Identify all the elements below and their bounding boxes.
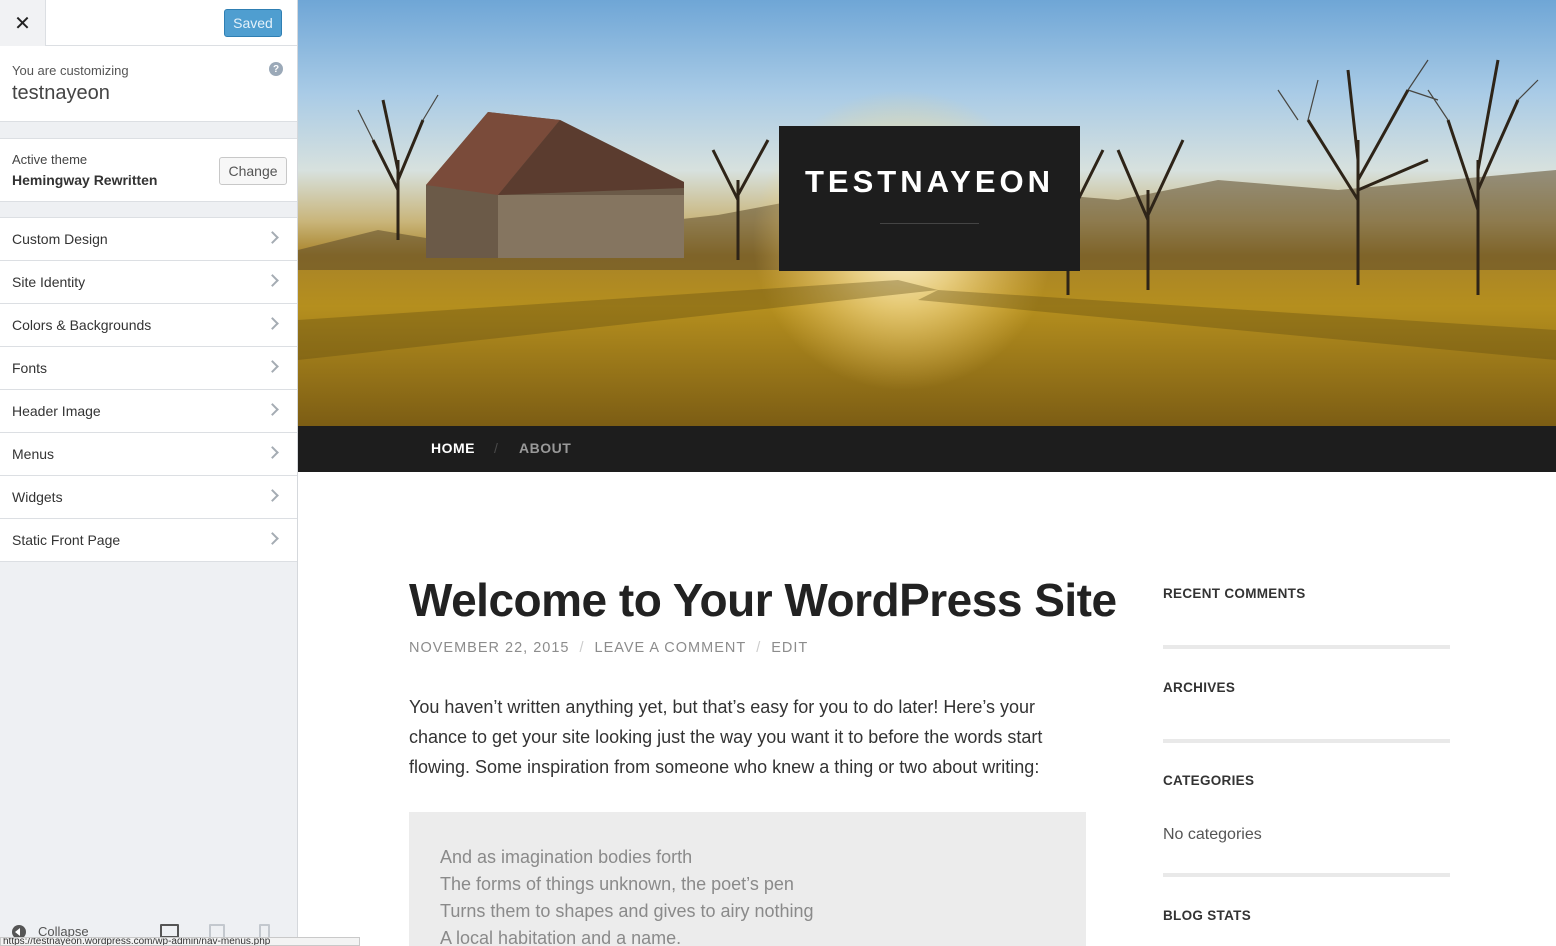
post-title[interactable]: Welcome to Your WordPress Site [409,573,1117,627]
panel-menus[interactable]: Menus [0,433,297,476]
panel-static-front-page[interactable]: Static Front Page [0,519,297,562]
post-body: You haven’t written anything yet, but th… [409,697,1043,777]
widget-title-recent-comments: RECENT COMMENTS [1163,586,1306,601]
panel-label: Menus [12,446,55,462]
widget-title-categories: CATEGORIES [1163,773,1255,788]
nav-about-link[interactable]: ABOUT [519,440,571,456]
panel-label: Static Front Page [12,532,121,548]
leave-comment-link[interactable]: LEAVE A COMMENT [595,640,747,656]
close-icon: ✕ [14,12,31,35]
quote-line: A local habitation and a name. [440,928,682,946]
change-theme-button[interactable]: Change [219,157,287,185]
nav-separator: / [494,440,498,456]
widget-title-archives: ARCHIVES [1163,680,1236,695]
customizer-sidebar: ✕ Saved You are customizing testnayeon ?… [0,0,298,946]
widget-divider [1163,645,1450,649]
active-theme-section: Active theme Hemingway Rewritten Change [0,138,297,202]
panel-label: Site Identity [12,274,86,290]
chevron-right-icon [266,489,279,502]
post-meta: NOVEMBER 22, 2015 / LEAVE A COMMENT / EDIT [409,640,808,656]
widget-divider [1163,739,1450,743]
customizer-panel-list: Custom Design Site Identity Colors & Bac… [0,217,297,562]
panel-label: Header Image [12,403,101,419]
saved-button[interactable]: Saved [224,9,282,37]
status-bar-url: https://testnayeon.wordpress.com/wp-admi… [0,937,360,946]
quote-line: The forms of things unknown, the poet’s … [440,874,794,894]
meta-separator: / [579,640,585,656]
categories-empty-text: No categories [1163,826,1262,843]
customizing-info: You are customizing testnayeon ? [0,46,297,122]
customizing-site-name: testnayeon [12,82,110,104]
site-title[interactable]: TESTNAYEON [779,164,1080,200]
chevron-right-icon [266,274,279,287]
chevron-right-icon [266,403,279,416]
help-icon[interactable]: ? [269,62,283,76]
chevron-right-icon [266,532,279,545]
panel-site-identity[interactable]: Site Identity [0,261,297,304]
panel-label: Custom Design [12,231,108,247]
panel-label: Fonts [12,360,48,376]
chevron-right-icon [266,360,279,373]
panel-widgets[interactable]: Widgets [0,476,297,519]
post-date-link[interactable]: NOVEMBER 22, 2015 [409,640,569,656]
blockquote: And as imagination bodies forth The form… [409,812,1086,946]
customizing-label: You are customizing [12,63,129,78]
meta-separator: / [756,640,762,656]
quote-line: And as imagination bodies forth [440,847,693,867]
panel-custom-design[interactable]: Custom Design [0,218,297,261]
panel-label: Colors & Backgrounds [12,317,152,333]
primary-navigation: HOME / ABOUT [298,426,1556,472]
panel-fonts[interactable]: Fonts [0,347,297,390]
customizer-header: ✕ Saved [0,0,297,46]
nav-home-link[interactable]: HOME [431,440,475,456]
panel-header-image[interactable]: Header Image [0,390,297,433]
chevron-right-icon [266,231,279,244]
chevron-right-icon [266,446,279,459]
panel-colors-backgrounds[interactable]: Colors & Backgrounds [0,304,297,347]
chevron-right-icon [266,317,279,330]
widget-divider [1163,873,1450,877]
edit-post-link[interactable]: EDIT [771,640,808,656]
close-customizer-button[interactable]: ✕ [0,0,46,46]
title-divider [880,223,979,224]
panel-label: Widgets [12,489,63,505]
desktop-preview-icon[interactable] [160,924,179,938]
widget-title-blog-stats: BLOG STATS [1163,908,1251,923]
active-theme-label: Active theme [12,152,88,167]
quote-line: Turns them to shapes and gives to airy n… [440,901,814,921]
active-theme-name: Hemingway Rewritten [12,172,158,188]
